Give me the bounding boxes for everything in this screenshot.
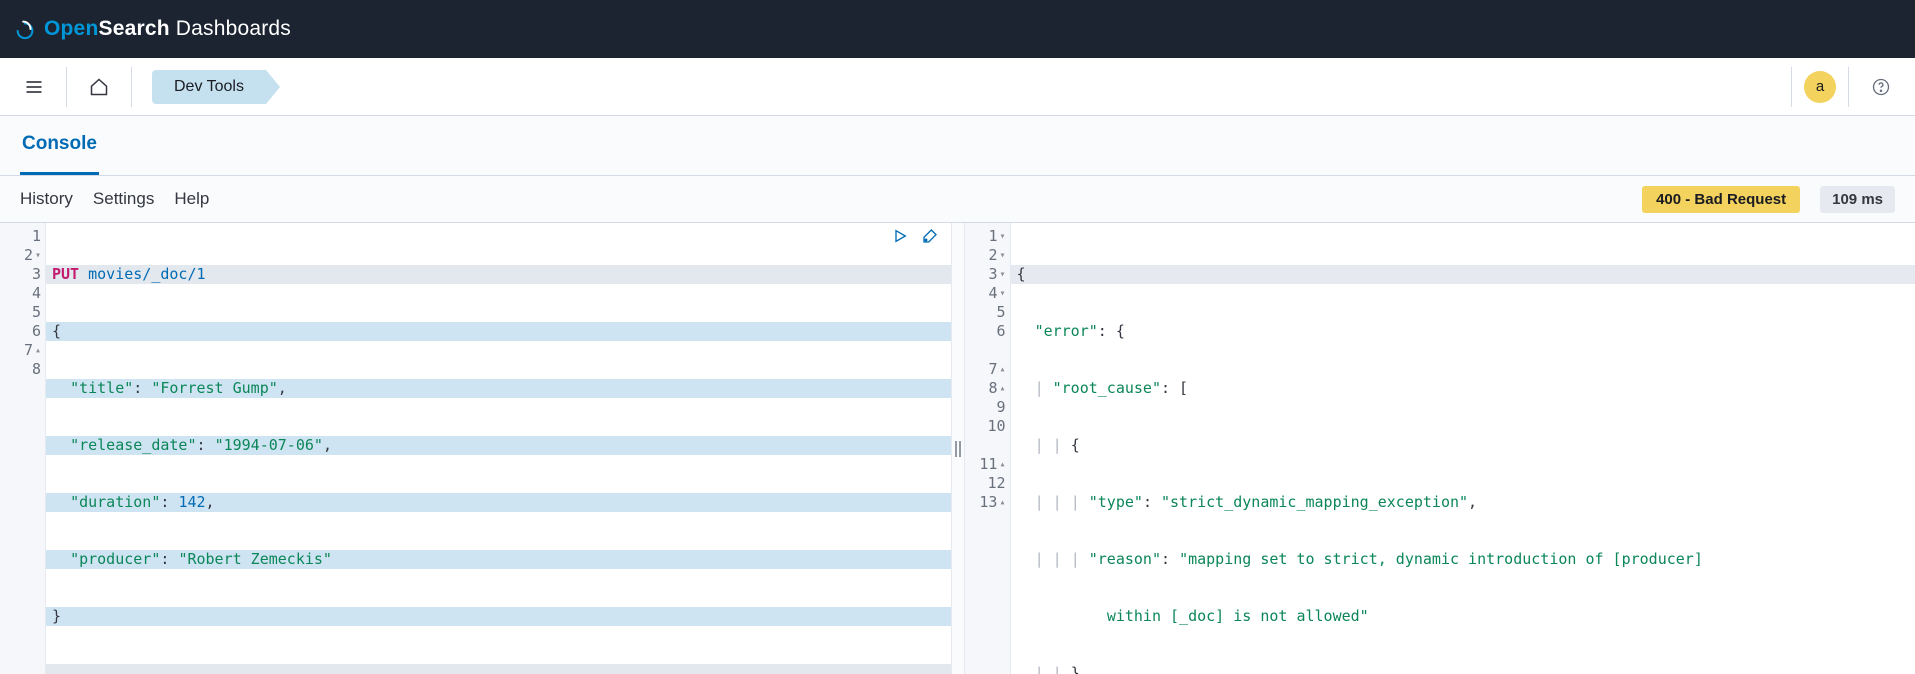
tab-label: Console — [22, 133, 97, 155]
home-button[interactable] — [79, 67, 119, 107]
response-gutter: 1▾ 2▾ 3▾ 4▾ 5 6 7▴ 8▴ 9 10 11▴ 12 13▴ — [965, 223, 1011, 674]
request-editor[interactable]: 1 2▾ 3 4 5 6 7▴ 8 PUT movies/_doc/1 { "t… — [0, 223, 951, 674]
dev-tools-tabs: Console — [0, 116, 1915, 176]
avatar-initial: a — [1816, 78, 1824, 95]
divider — [131, 67, 132, 107]
request-code[interactable]: PUT movies/_doc/1 { "title": "Forrest Gu… — [46, 223, 951, 674]
console-toolbar: History Settings Help 400 - Bad Request … — [0, 176, 1915, 222]
breadcrumb-label: Dev Tools — [174, 78, 244, 96]
help-button[interactable] — [1861, 67, 1901, 107]
help-link[interactable]: Help — [174, 189, 209, 209]
response-latency-badge: 109 ms — [1820, 186, 1895, 213]
navbar: Dev Tools a — [0, 58, 1915, 116]
divider — [66, 67, 67, 107]
app-header: OpenSearch Dashboards — [0, 0, 1915, 58]
console-editors: 1 2▾ 3 4 5 6 7▴ 8 PUT movies/_doc/1 { "t… — [0, 222, 1915, 674]
settings-link[interactable]: Settings — [93, 189, 154, 209]
divider — [1848, 67, 1849, 107]
send-request-button[interactable] — [891, 227, 909, 245]
request-options-button[interactable] — [921, 227, 939, 245]
breadcrumb-current[interactable]: Dev Tools — [152, 70, 266, 104]
user-avatar[interactable]: a — [1804, 71, 1836, 103]
pane-resize-handle[interactable] — [951, 223, 965, 674]
brand-logo[interactable]: OpenSearch Dashboards — [14, 17, 291, 41]
history-link[interactable]: History — [20, 189, 73, 209]
fold-icon[interactable]: ▴ — [35, 341, 41, 360]
opensearch-logo-icon — [14, 18, 36, 40]
divider — [1791, 67, 1792, 107]
fold-icon[interactable]: ▾ — [35, 246, 41, 265]
tab-console[interactable]: Console — [20, 116, 99, 175]
response-code: { "error": { | "root_cause": [ | | { | |… — [1011, 223, 1915, 674]
response-viewer[interactable]: 1▾ 2▾ 3▾ 4▾ 5 6 7▴ 8▴ 9 10 11▴ 12 13▴ { … — [965, 223, 1915, 674]
request-gutter: 1 2▾ 3 4 5 6 7▴ 8 — [0, 223, 46, 674]
brand-text: OpenSearch Dashboards — [44, 17, 291, 41]
response-status-badge: 400 - Bad Request — [1642, 186, 1800, 213]
menu-toggle-button[interactable] — [14, 67, 54, 107]
